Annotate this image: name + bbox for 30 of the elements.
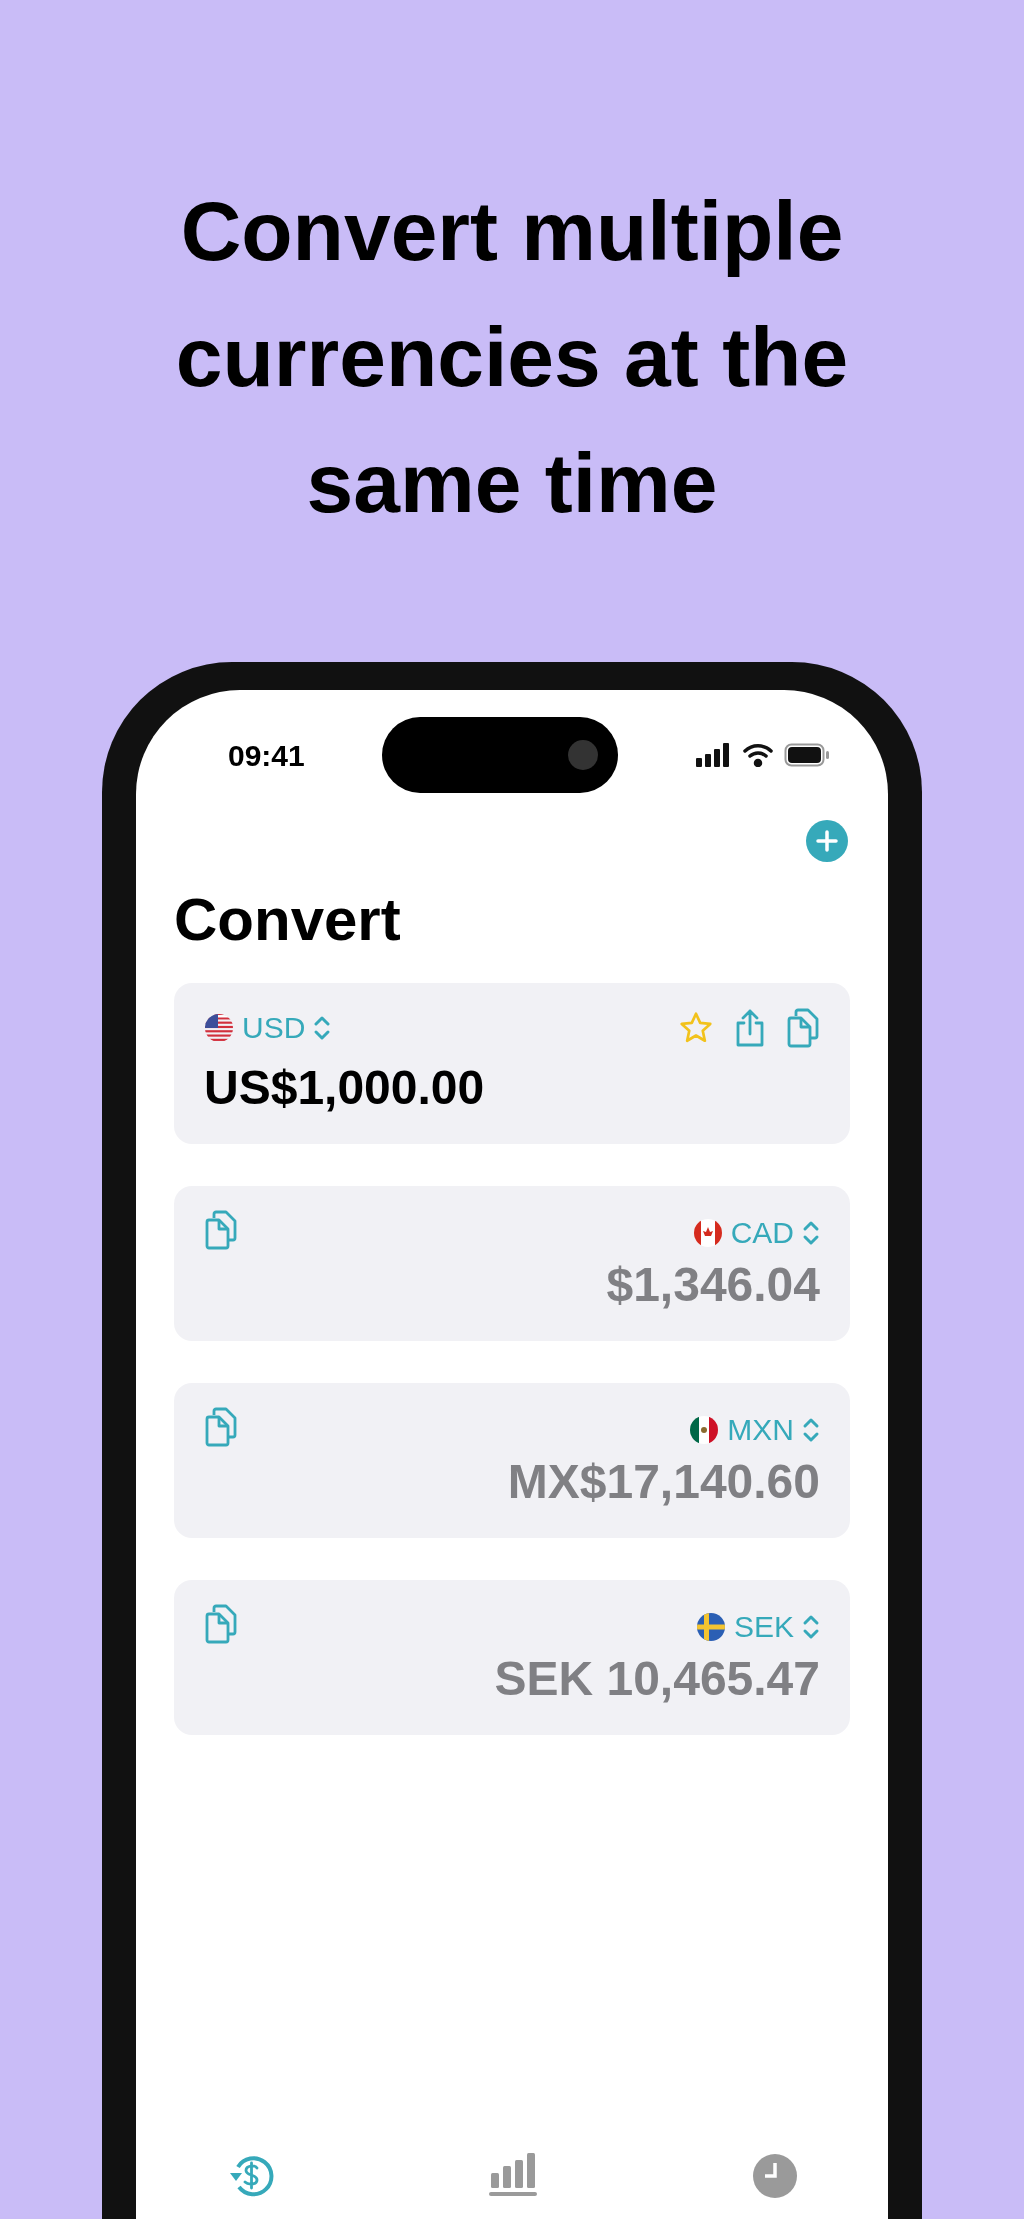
copy-icon[interactable] [204,1210,238,1250]
wifi-icon [742,743,774,767]
currency-picker[interactable]: USD [204,1005,332,1050]
share-icon[interactable] [734,1007,766,1048]
currency-picker[interactable]: SEK [695,1604,820,1649]
currency-card[interactable]: CAD $1,346.04 [174,1186,850,1341]
copy-icon[interactable] [204,1604,238,1644]
currency-card[interactable]: SEK SEK 10,465.47 [174,1580,850,1735]
amount-text: MX$17,140.60 [507,1454,820,1510]
copy-icon[interactable] [204,1407,238,1447]
flag-icon [689,1414,720,1445]
amount-text: SEK 10,465.47 [494,1651,820,1707]
add-icon[interactable] [806,820,848,862]
flag-icon [695,1611,726,1642]
screen-title: Convert [174,885,402,955]
amount-text: US$1,000.00 [204,1060,486,1116]
currency-card[interactable]: USD US$1,000.00 [174,983,850,1144]
battery-icon [784,743,830,767]
bar-chart-icon[interactable] [489,2153,539,2199]
copy-icon[interactable] [786,1007,820,1048]
currency-card[interactable]: MXN MX$17,140.60 [174,1383,850,1538]
amount-text: $1,346.04 [606,1257,820,1313]
flag-icon [204,1012,234,1043]
clock-icon[interactable] [752,2153,798,2199]
currency-picker[interactable]: CAD [692,1210,820,1255]
headline: Convert multiple currencies at the same time [174,183,850,532]
status-time: 09:41 [228,737,305,774]
currency-picker[interactable]: MXN [689,1407,820,1452]
signal-icon [696,743,732,767]
flag-icon [692,1217,723,1248]
